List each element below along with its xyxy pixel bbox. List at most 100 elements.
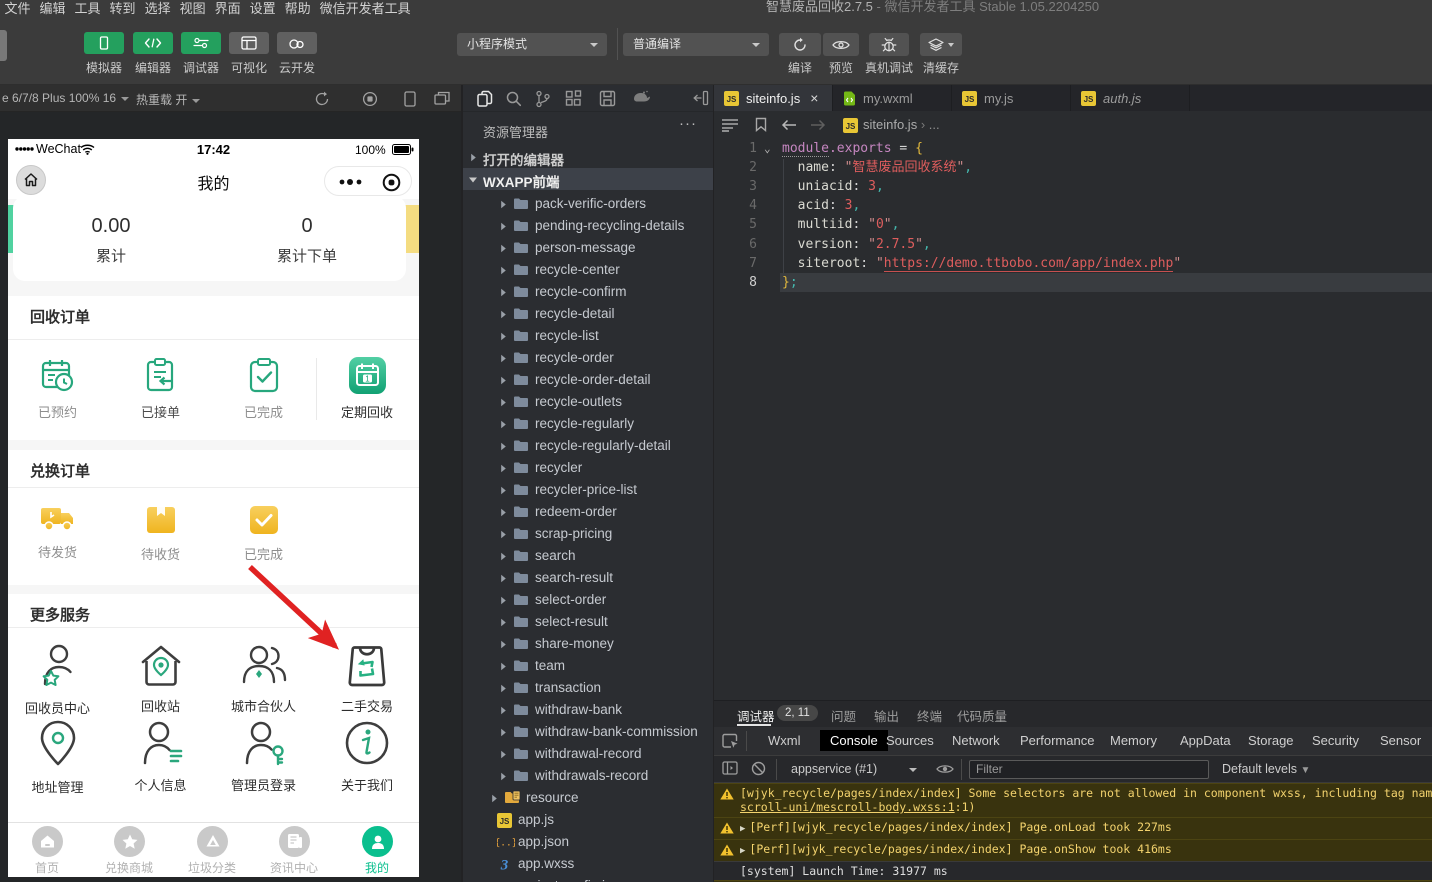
menu-编辑[interactable]: 编辑	[35, 0, 70, 17]
tree-folder-recycle-detail[interactable]: recycle-detail	[463, 303, 713, 325]
devtools-tab-Network[interactable]: Network	[952, 733, 1000, 748]
tab-资讯中心[interactable]: 资讯中心	[253, 826, 335, 876]
tree-file-app.js[interactable]: JSapp.js	[463, 809, 713, 831]
record-icon[interactable]	[362, 91, 378, 107]
tab-我的[interactable]: 我的	[336, 826, 418, 876]
capsule-menu[interactable]	[324, 166, 412, 196]
devtools-tab-Security[interactable]: Security	[1312, 733, 1359, 748]
menu-界面[interactable]: 界面	[210, 0, 245, 17]
toolbar-layout-button[interactable]	[229, 32, 269, 54]
entry-定期回收[interactable]: 1定期回收	[316, 357, 419, 421]
entry-管理员登录[interactable]: 管理员登录	[212, 719, 315, 794]
tab-兑换商城[interactable]: 兑换商城	[88, 826, 170, 876]
tree-folder-select-order[interactable]: select-order	[463, 589, 713, 611]
device-selector[interactable]: e 6/7/8 Plus 100% 16	[2, 91, 129, 105]
editor-tab-siteinfo.js[interactable]: JSsiteinfo.js×	[714, 85, 833, 111]
tree-folder-recycle-outlets[interactable]: recycle-outlets	[463, 391, 713, 413]
entry-个人信息[interactable]: 个人信息	[109, 719, 212, 794]
compile-select[interactable]: 普通编译	[623, 33, 769, 56]
tab-首页[interactable]: 首页	[8, 826, 88, 876]
entry-关于我们[interactable]: 关于我们	[316, 719, 419, 794]
toolbar-sim-phone-button[interactable]	[84, 32, 124, 54]
tree-folder-scrap-pricing[interactable]: scrap-pricing	[463, 523, 713, 545]
tree-folder-recycle-confirm[interactable]: recycle-confirm	[463, 281, 713, 303]
user-avatar[interactable]	[0, 30, 7, 61]
fold-icon[interactable]: ⌄	[764, 139, 771, 158]
entry-城市合伙人[interactable]: 城市合伙人	[212, 642, 315, 715]
tab-垃圾分类[interactable]: 垃圾分类	[171, 826, 253, 876]
tree-folder-share-money[interactable]: share-money	[463, 633, 713, 655]
menu-帮助[interactable]: 帮助	[280, 0, 315, 17]
code-line-2[interactable]: 2 name: "智慧废品回收系统",	[714, 158, 1432, 177]
entry-地址管理[interactable]: 地址管理	[8, 719, 109, 796]
tree-folder-withdraw-bank[interactable]: withdraw-bank	[463, 699, 713, 721]
code-line-7[interactable]: 7 siteroot: "https://demo.ttbobo.com/app…	[714, 254, 1432, 273]
console-message[interactable]: [system] Launch Time: 31977 ms	[714, 861, 1432, 880]
tree-file-app.json[interactable]: {..}app.json	[463, 831, 713, 853]
console-sidebar-icon[interactable]	[722, 761, 738, 775]
tree-folder-recycle-list[interactable]: recycle-list	[463, 325, 713, 347]
toolbar-tune-button[interactable]	[181, 32, 221, 54]
entry-已完成[interactable]: 已完成	[212, 358, 315, 421]
source-link[interactable]: scroll-uni/mescroll-body.wxss:1	[740, 800, 955, 814]
devtools-tab-Sources[interactable]: Sources	[886, 733, 934, 748]
menu-选择[interactable]: 选择	[140, 0, 175, 17]
tree-folder-recycle-order-detail[interactable]: recycle-order-detail	[463, 369, 713, 391]
tree-open-editors[interactable]: 打开的编辑器	[463, 146, 713, 168]
menu-文件[interactable]: 文件	[0, 0, 35, 17]
entry-待收货[interactable]: 待收货	[109, 504, 212, 563]
activity-whale-icon[interactable]	[632, 90, 652, 104]
devtools-tab-Console[interactable]: Console	[820, 730, 888, 751]
tree-folder-withdraw-bank-commission[interactable]: withdraw-bank-commission	[463, 721, 713, 743]
tree-folder-search[interactable]: search	[463, 545, 713, 567]
tree-folder-withdrawal-record[interactable]: withdrawal-record	[463, 743, 713, 765]
code-line-3[interactable]: 3 uniacid: 3,	[714, 177, 1432, 196]
tree-folder-select-result[interactable]: select-result	[463, 611, 713, 633]
clear-console-icon[interactable]	[751, 761, 766, 776]
menu-视图[interactable]: 视图	[175, 0, 210, 17]
menu-设置[interactable]: 设置	[245, 0, 280, 17]
tree-folder-recycler[interactable]: recycler	[463, 457, 713, 479]
tree-folder-search-result[interactable]: search-result	[463, 567, 713, 589]
activity-files-icon[interactable]	[476, 90, 494, 108]
tree-folder-resource[interactable]: resource	[463, 787, 713, 809]
tree-folder-withdrawals-record[interactable]: withdrawals-record	[463, 765, 713, 787]
code-line-5[interactable]: 5 multiid: "0",	[714, 215, 1432, 234]
context-selector[interactable]: appservice (#1)	[791, 762, 917, 776]
code-line-8[interactable]: 8};	[714, 273, 1432, 292]
entry-已预约[interactable]: 已预约	[8, 358, 109, 421]
tree-folder-redeem-order[interactable]: redeem-order	[463, 501, 713, 523]
live-expression-eye-icon[interactable]	[936, 763, 954, 775]
tree-folder-pending-recycling-details[interactable]: pending-recycling-details	[463, 215, 713, 237]
editor-tab-my.js[interactable]: JSmy.js	[952, 85, 1071, 111]
devtools-tab-AppData[interactable]: AppData	[1180, 733, 1231, 748]
console-filter-input[interactable]: Filter	[969, 760, 1209, 779]
code-area[interactable]: 1⌄module.exports = {2 name: "智慧废品回收系统",3…	[714, 139, 1432, 700]
breadcrumb-file[interactable]: siteinfo.js › ...	[863, 117, 940, 132]
code-line-1[interactable]: 1⌄module.exports = {	[714, 139, 1432, 158]
nav-forward-icon[interactable]	[810, 119, 826, 131]
code-line-6[interactable]: 6 version: "2.7.5",	[714, 235, 1432, 254]
tree-folder-pack-verific-orders[interactable]: pack-verific-orders	[463, 193, 713, 215]
log-levels-select[interactable]: Default levels ▼	[1222, 762, 1310, 776]
action-eye-button[interactable]	[823, 33, 859, 56]
tree-project-root[interactable]: WXAPP前端	[463, 168, 713, 190]
console-message[interactable]: [wjyk_recycle/pages/index/index] Some se…	[714, 783, 1432, 817]
tree-folder-team[interactable]: team	[463, 655, 713, 677]
home-button[interactable]	[16, 165, 46, 195]
nav-back-icon[interactable]	[781, 119, 797, 131]
tree-folder-recycle-center[interactable]: recycle-center	[463, 259, 713, 281]
toolbar-code-tag-button[interactable]	[133, 32, 173, 54]
outline-icon[interactable]	[721, 118, 739, 132]
panel-tab-终端[interactable]: 终端	[917, 706, 942, 725]
menu-微信开发者工具[interactable]: 微信开发者工具	[315, 0, 415, 17]
panel-tab-问题[interactable]: 问题	[831, 706, 856, 725]
close-icon[interactable]: ×	[810, 90, 818, 106]
entry-二手交易[interactable]: 二手交易	[316, 642, 419, 715]
phone-icon[interactable]	[404, 91, 416, 107]
entry-待发货[interactable]: 待发货	[8, 504, 109, 561]
tree-folder-recycle-regularly-detail[interactable]: recycle-regularly-detail	[463, 435, 713, 457]
rotate-icon[interactable]	[314, 91, 330, 107]
action-refresh-button[interactable]	[779, 33, 821, 56]
entry-已接单[interactable]: 已接单	[109, 358, 212, 421]
